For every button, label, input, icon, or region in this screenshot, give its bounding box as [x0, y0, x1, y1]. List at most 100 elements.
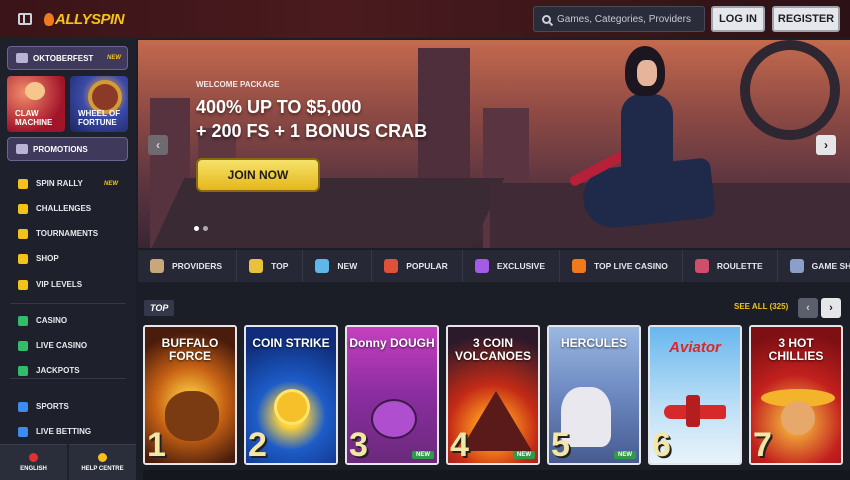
category-popular[interactable]: POPULAR — [372, 250, 463, 282]
rank-number: 7 — [753, 426, 772, 464]
hero-next-icon[interactable]: › — [816, 135, 836, 155]
hero-title-line1: 400% UP TO $5,000 — [196, 97, 362, 117]
sidebar-item-shop[interactable]: SHOP — [0, 246, 136, 271]
sidebar-item-casino[interactable]: CASINO — [0, 308, 136, 333]
sidebar-item-live-betting[interactable]: LIVE BETTING — [0, 419, 136, 444]
category-top[interactable]: TOP — [237, 250, 304, 282]
sidebar: OKTOBERFEST NEW CLAW MACHINE WHEEL OF FO… — [0, 38, 136, 480]
new-badge: NEW — [614, 451, 636, 459]
help-icon — [98, 453, 107, 462]
carousel-dots[interactable] — [194, 226, 212, 231]
search-input[interactable] — [557, 13, 702, 25]
flame-icon — [44, 12, 54, 26]
gem-icon — [474, 259, 489, 273]
login-button[interactable]: LOG IN — [711, 6, 765, 32]
game-card[interactable]: HERCULES 5 NEW — [547, 325, 641, 465]
category-bar: PROVIDERS TOP NEW POPULAR EXCLUSIVE TOP LIVE … — [138, 250, 850, 282]
star-icon — [249, 259, 264, 273]
game-card[interactable]: Donny DOUGH 3 NEW — [345, 325, 439, 465]
donny-art — [371, 399, 417, 439]
search-icon — [542, 14, 551, 24]
hero-text: WELCOME PACKAGE 400% UP TO $5,000 + 200 … — [196, 80, 427, 143]
games-next-icon[interactable]: › — [821, 298, 841, 318]
sidebar-toggle-icon[interactable] — [18, 13, 32, 25]
search-box[interactable] — [533, 6, 705, 32]
games-prev-icon[interactable]: ‹ — [798, 298, 818, 318]
game-card[interactable]: 3 HOT CHILLIES 7 — [749, 325, 843, 465]
popular-icon — [384, 259, 399, 273]
gift-icon — [16, 144, 28, 154]
spin-rally-icon — [18, 178, 28, 189]
sidebar-item-spin-rally[interactable]: SPIN RALLY NEW — [0, 171, 136, 196]
cart-icon — [18, 253, 28, 264]
rank-number: 6 — [652, 426, 671, 464]
canada-flag-icon — [29, 453, 38, 462]
sidebar-item-challenges[interactable]: CHALLENGES — [0, 196, 136, 221]
hero-prev-icon[interactable]: ‹ — [148, 135, 168, 155]
top-bar: ALLYSPIN LOG IN REGISTER — [0, 0, 850, 38]
sidebar-item-jackpots[interactable]: JACKPOTS — [0, 358, 136, 383]
wheel-of-fortune-tile[interactable]: WHEEL OF FORTUNE — [70, 76, 128, 132]
sidebar-item-live-casino[interactable]: LIVE CASINO — [0, 333, 136, 358]
airplane-art — [664, 395, 726, 427]
section-title: TOP — [144, 300, 175, 316]
sports-icon — [18, 401, 28, 412]
category-top-live-casino[interactable]: TOP LIVE CASINO — [560, 250, 683, 282]
trophy-icon — [18, 228, 28, 239]
category-game-shows[interactable]: GAME SHOWS — [778, 250, 850, 282]
fire-icon — [572, 259, 586, 273]
game-card[interactable]: BUFFALO FORCE 1 — [143, 325, 237, 465]
claw-machine-tile[interactable]: CLAW MACHINE — [7, 76, 65, 132]
sidebar-item-oktoberfest[interactable]: OKTOBERFEST NEW — [7, 46, 128, 70]
category-new[interactable]: NEW — [303, 250, 373, 282]
providers-icon — [150, 259, 164, 273]
category-providers[interactable]: PROVIDERS — [138, 250, 238, 282]
medal-icon — [18, 203, 28, 214]
join-now-button[interactable]: JOIN NOW — [196, 158, 320, 192]
sidebar-item-tournaments[interactable]: TOURNAMENTS — [0, 221, 136, 246]
new-badge: NEW — [107, 55, 121, 61]
game-shows-icon — [789, 259, 804, 273]
register-button[interactable]: REGISTER — [772, 6, 840, 32]
rank-number: 1 — [147, 426, 166, 464]
rank-number: 2 — [248, 426, 267, 464]
hero-character-image — [563, 46, 723, 246]
hero-banner[interactable]: WELCOME PACKAGE 400% UP TO $5,000 + 200 … — [138, 40, 850, 248]
new-badge: NEW — [513, 451, 535, 459]
carousel-dot[interactable] — [194, 226, 199, 231]
live-betting-icon — [18, 426, 28, 437]
clover-icon — [18, 365, 28, 376]
volcano-art — [460, 391, 532, 451]
sidebar-item-sports[interactable]: SPORTS — [0, 394, 136, 419]
new-badge: NEW — [412, 451, 434, 459]
see-all-link[interactable]: SEE ALL (325) — [734, 302, 788, 311]
oktoberfest-icon — [16, 53, 28, 63]
sidebar-divider — [10, 303, 126, 304]
help-centre-button[interactable]: HELP CENTRE — [69, 444, 136, 480]
live-casino-icon — [18, 340, 28, 351]
new-icon — [315, 259, 330, 273]
hero-title-line2: + 200 FS + 1 BONUS CRAB — [196, 121, 428, 141]
carousel-dot[interactable] — [203, 226, 208, 231]
casino-icon — [18, 315, 28, 326]
rank-number: 4 — [450, 426, 469, 464]
category-roulette[interactable]: ROULETTE — [683, 250, 778, 282]
rank-number: 3 — [349, 426, 368, 464]
top-games-row: BUFFALO FORCE 1 COIN STRIKE 2 Donny DOUG… — [143, 325, 850, 465]
sidebar-item-vip-levels[interactable]: VIP LEVELS — [0, 272, 136, 297]
lightning-coin-art — [274, 389, 310, 425]
game-card[interactable]: COIN STRIKE 2 — [244, 325, 338, 465]
new-badge: NEW — [104, 180, 118, 187]
language-selector[interactable]: ENGLISH — [0, 444, 67, 480]
sidebar-item-promotions[interactable]: PROMOTIONS — [7, 137, 128, 161]
buffalo-art — [165, 391, 219, 441]
diamond-icon — [18, 279, 28, 290]
rank-number: 5 — [551, 426, 570, 464]
game-card[interactable]: 3 COIN VOLCANOES 4 NEW — [446, 325, 540, 465]
sidebar-divider — [10, 378, 126, 379]
hero-eyebrow: WELCOME PACKAGE — [196, 80, 280, 89]
logo[interactable]: ALLYSPIN — [44, 11, 125, 28]
roulette-icon — [694, 259, 709, 273]
category-exclusive[interactable]: EXCLUSIVE — [463, 250, 560, 282]
game-card[interactable]: Aviator 6 — [648, 325, 742, 465]
